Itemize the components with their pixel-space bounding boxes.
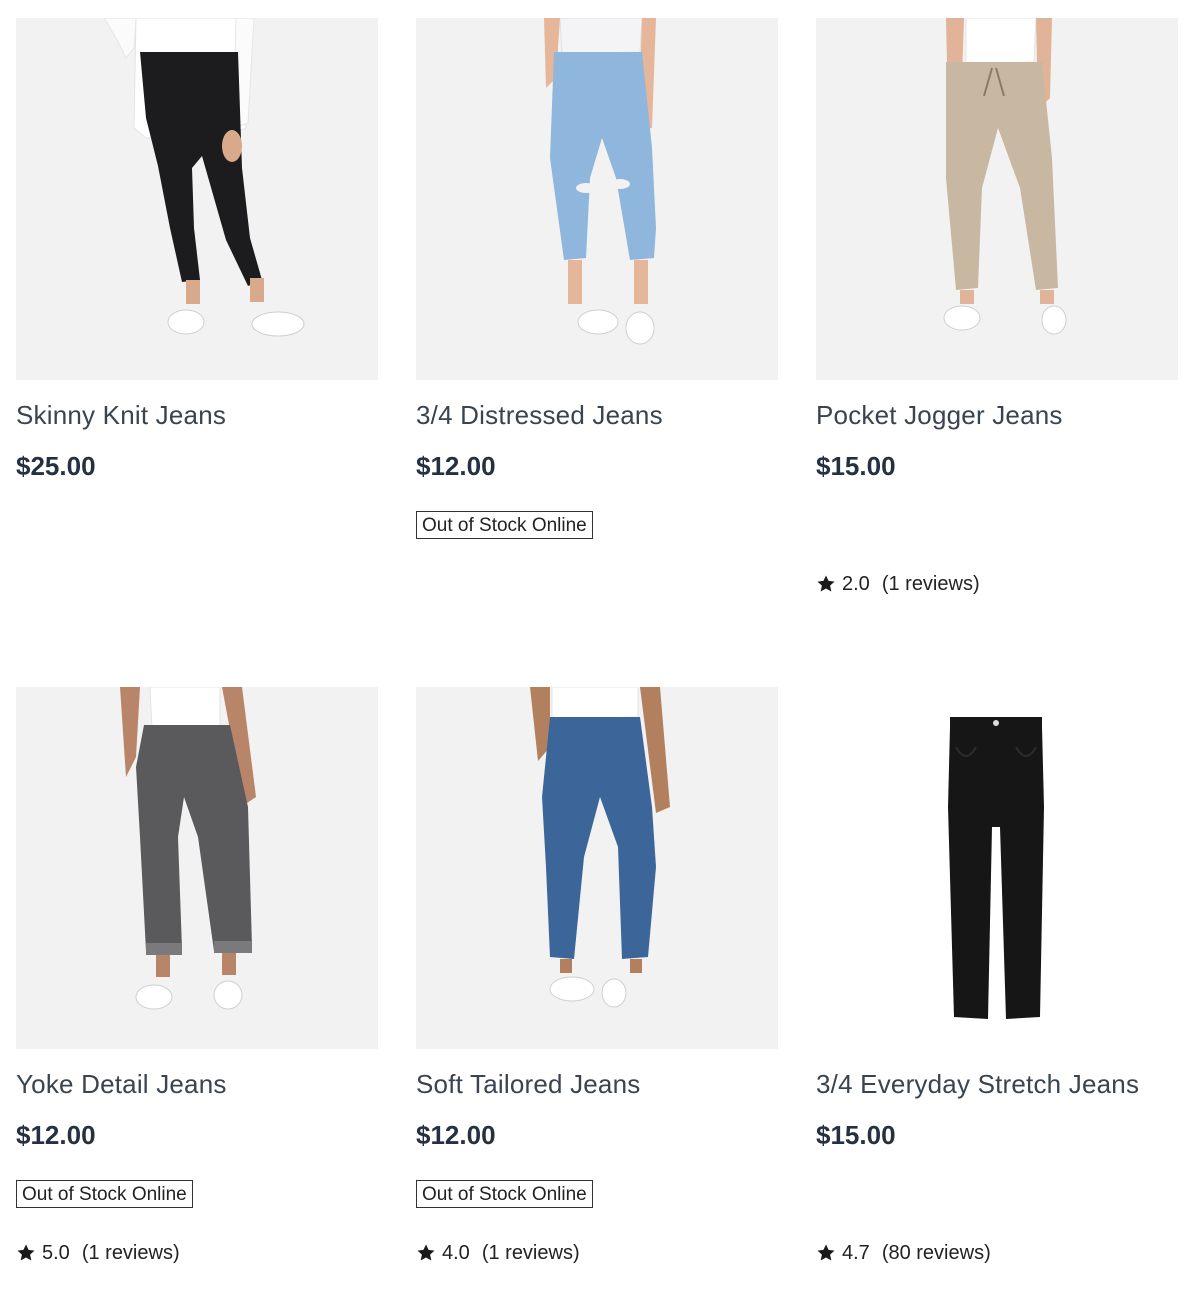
product-card: Yoke Detail Jeans $12.00 Out of Stock On…: [16, 687, 378, 1287]
product-title[interactable]: Yoke Detail Jeans: [16, 1067, 227, 1101]
product-price: $25.00: [16, 451, 96, 481]
product-card: 3/4 Distressed Jeans $12.00 Out of Stock…: [416, 18, 778, 618]
product-price: $12.00: [416, 1120, 496, 1150]
model-wearing-pants-image: [816, 18, 1178, 380]
model-wearing-pants-image: [416, 687, 778, 1049]
product-rating[interactable]: 4.7 (80 reviews): [816, 1239, 991, 1267]
product-price: $15.00: [816, 451, 896, 481]
product-rating[interactable]: 4.0 (1 reviews): [416, 1239, 580, 1267]
product-card: Pocket Jogger Jeans $15.00 2.0 (1 review…: [816, 18, 1178, 618]
product-grid: Skinny Knit Jeans $25.00 3/4 Distressed …: [0, 0, 1200, 1303]
product-card: 3/4 Everyday Stretch Jeans $15.00 4.7 (8…: [816, 687, 1178, 1287]
model-wearing-pants-image: [16, 687, 378, 1049]
product-rating[interactable]: 2.0 (1 reviews): [816, 570, 980, 598]
model-wearing-pants-image: [416, 18, 778, 380]
review-count: (1 reviews): [481, 1241, 580, 1264]
product-card: Soft Tailored Jeans $12.00 Out of Stock …: [416, 687, 778, 1287]
flat-lay-pants-image: [816, 687, 1178, 1049]
star-icon: [817, 575, 835, 592]
star-icon: [417, 1244, 435, 1261]
product-title[interactable]: 3/4 Everyday Stretch Jeans: [816, 1067, 1139, 1101]
model-wearing-pants-image: [16, 18, 378, 380]
product-title[interactable]: Soft Tailored Jeans: [416, 1067, 640, 1101]
review-count: (80 reviews): [881, 1241, 991, 1264]
product-title[interactable]: 3/4 Distressed Jeans: [416, 398, 663, 432]
product-image[interactable]: [416, 18, 778, 380]
rating-value: 2.0: [842, 572, 870, 595]
product-card: Skinny Knit Jeans $25.00: [16, 18, 378, 618]
product-image[interactable]: [16, 687, 378, 1049]
review-count: (1 reviews): [81, 1241, 180, 1264]
rating-value: 5.0: [42, 1241, 70, 1264]
review-count: (1 reviews): [881, 572, 980, 595]
product-rating[interactable]: 5.0 (1 reviews): [16, 1239, 180, 1267]
product-image[interactable]: [416, 687, 778, 1049]
product-title[interactable]: Skinny Knit Jeans: [16, 398, 226, 432]
star-icon: [817, 1244, 835, 1261]
product-price: $12.00: [16, 1120, 96, 1150]
rating-value: 4.0: [442, 1241, 470, 1264]
out-of-stock-badge: Out of Stock Online: [16, 1180, 193, 1208]
product-image[interactable]: [816, 687, 1178, 1049]
star-icon: [17, 1244, 35, 1261]
out-of-stock-badge: Out of Stock Online: [416, 1180, 593, 1208]
out-of-stock-badge: Out of Stock Online: [416, 511, 593, 539]
rating-value: 4.7: [842, 1241, 870, 1264]
product-price: $12.00: [416, 451, 496, 481]
product-image[interactable]: [816, 18, 1178, 380]
product-price: $15.00: [816, 1120, 896, 1150]
product-image[interactable]: [16, 18, 378, 380]
product-title[interactable]: Pocket Jogger Jeans: [816, 398, 1063, 432]
